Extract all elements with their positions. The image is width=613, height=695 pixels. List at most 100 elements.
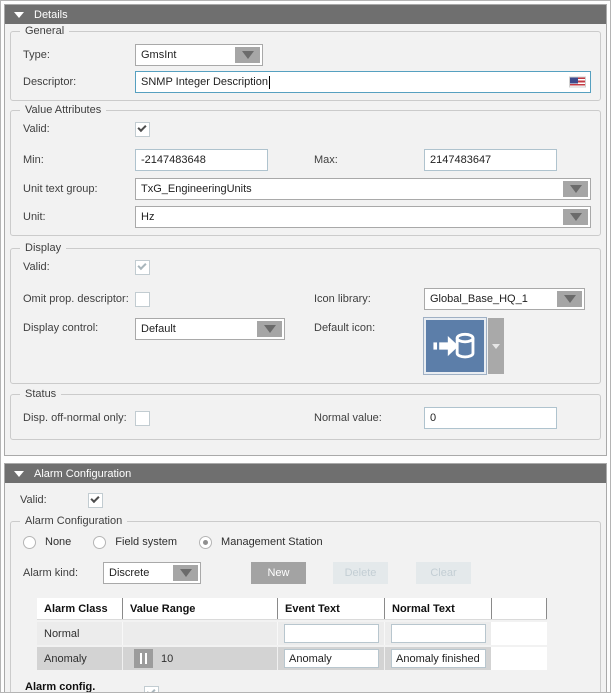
unit-value: Hz xyxy=(136,207,561,227)
value-range-condition-button[interactable] xyxy=(134,649,153,668)
chevron-down-icon xyxy=(563,209,588,225)
normal-value: 0 xyxy=(430,412,436,424)
alarm-valid-checkbox[interactable] xyxy=(88,493,103,508)
omit-prop-descriptor-label: Omit prop. descriptor: xyxy=(23,293,135,305)
delete-button: Delete xyxy=(333,562,388,584)
normal-value-label: Normal value: xyxy=(314,412,424,424)
radio-management-station-label: Management Station xyxy=(221,536,323,548)
chevron-down-icon xyxy=(257,321,282,337)
unit-label: Unit: xyxy=(23,211,135,223)
default-icon-picker[interactable] xyxy=(424,318,504,374)
alarm-configuration-groupbox: Alarm Configuration None Field system Ma… xyxy=(10,521,601,693)
max-label: Max: xyxy=(314,154,424,166)
general-groupbox: General Type: GmsInt Descriptor: SNMP In… xyxy=(10,31,601,101)
alarm-configuration-group-title: Alarm Configuration xyxy=(20,515,127,527)
column-header-extra xyxy=(491,598,547,619)
display-valid-label: Valid: xyxy=(23,261,135,273)
unit-text-group-label: Unit text group: xyxy=(23,183,135,195)
min-value: -2147483648 xyxy=(141,154,206,166)
table-row-normal[interactable]: Normal xyxy=(37,622,547,645)
display-title: Display xyxy=(20,242,66,254)
min-input[interactable]: -2147483648 xyxy=(135,149,268,171)
checkmark-icon xyxy=(146,686,155,693)
display-control-dropdown[interactable]: Default xyxy=(135,318,285,340)
chevron-down-icon xyxy=(492,344,500,349)
omit-prop-descriptor-checkbox[interactable] xyxy=(135,292,150,307)
alarm-config-activated-label: Alarm config. activated: xyxy=(25,681,144,693)
event-text-input[interactable] xyxy=(284,624,379,643)
event-text-cell: Anomaly xyxy=(277,647,384,670)
property-details-editor: Details General Type: GmsInt Descriptor:… xyxy=(0,0,611,693)
alarm-config-activated-checkbox xyxy=(144,686,159,694)
normal-text-input[interactable]: Anomaly finished xyxy=(391,649,486,668)
alarm-body: Valid: Alarm Configuration None Field sy… xyxy=(5,492,606,693)
normal-text-cell xyxy=(384,622,491,645)
descriptor-value: SNMP Integer Description xyxy=(141,76,268,88)
value-range-cell xyxy=(122,622,277,645)
display-control-value: Default xyxy=(136,319,255,339)
disp-off-normal-checkbox[interactable] xyxy=(135,411,150,426)
event-text-input[interactable]: Anomaly xyxy=(284,649,379,668)
valid-checkbox[interactable] xyxy=(135,122,150,137)
default-icon-label: Default icon: xyxy=(314,318,424,334)
details-header-title: Details xyxy=(34,9,68,21)
display-control-label: Display control: xyxy=(23,318,135,334)
column-header-value-range[interactable]: Value Range xyxy=(122,598,277,619)
text-caret xyxy=(269,76,270,89)
collapse-triangle-icon xyxy=(14,471,24,477)
chevron-down-icon xyxy=(173,565,198,581)
descriptor-input[interactable]: SNMP Integer Description xyxy=(135,71,591,93)
status-groupbox: Status Disp. off-normal only: Normal val… xyxy=(10,394,601,440)
normal-value-input[interactable]: 0 xyxy=(424,407,557,429)
details-expander-header[interactable]: Details xyxy=(5,5,606,24)
details-body: General Type: GmsInt Descriptor: SNMP In… xyxy=(5,31,606,455)
alarm-table: Alarm Class Value Range Event Text Norma… xyxy=(37,598,547,670)
value-attributes-title: Value Attributes xyxy=(20,104,106,116)
alarm-kind-dropdown[interactable]: Discrete xyxy=(103,562,201,584)
radio-field-system[interactable] xyxy=(93,536,106,549)
clear-button: Clear xyxy=(416,562,471,584)
alarm-kind-value: Discrete xyxy=(104,563,171,583)
status-title: Status xyxy=(20,388,61,400)
display-groupbox: Display Valid: Omit prop. descriptor: Ic… xyxy=(10,248,601,384)
table-row-anomaly[interactable]: Anomaly 10 Anomaly Anomaly finished xyxy=(37,647,547,670)
alarm-configuration-expander-header[interactable]: Alarm Configuration xyxy=(5,464,606,483)
alarm-class-cell: Anomaly xyxy=(37,647,122,670)
details-panel: Details General Type: GmsInt Descriptor:… xyxy=(4,4,607,456)
new-button[interactable]: New xyxy=(251,562,306,584)
arrow-into-database-icon[interactable] xyxy=(424,318,486,374)
display-valid-checkbox xyxy=(135,260,150,275)
normal-text-value: Anomaly finished xyxy=(396,653,480,665)
descriptor-label: Descriptor: xyxy=(23,76,135,88)
extra-cell xyxy=(491,622,547,645)
event-text-cell xyxy=(277,622,384,645)
unit-text-group-value: TxG_EngineeringUnits xyxy=(136,179,561,199)
type-dropdown[interactable]: GmsInt xyxy=(135,44,263,66)
alarm-kind-label: Alarm kind: xyxy=(23,567,103,579)
unit-dropdown[interactable]: Hz xyxy=(135,206,591,228)
value-attributes-groupbox: Value Attributes Valid: Min: -2147483648… xyxy=(10,110,601,236)
radio-none[interactable] xyxy=(23,536,36,549)
min-label: Min: xyxy=(23,154,135,166)
icon-dropdown-strip[interactable] xyxy=(488,318,504,374)
max-input[interactable]: 2147483647 xyxy=(424,149,557,171)
type-label: Type: xyxy=(23,49,135,61)
general-title: General xyxy=(20,25,69,37)
column-header-event-text[interactable]: Event Text xyxy=(277,598,384,619)
us-flag-icon[interactable] xyxy=(569,77,586,88)
collapse-triangle-icon xyxy=(14,12,24,18)
event-text-value: Anomaly xyxy=(289,653,332,665)
flag-canton xyxy=(570,78,578,84)
column-header-alarm-class[interactable]: Alarm Class xyxy=(37,598,122,619)
unit-text-group-dropdown[interactable]: TxG_EngineeringUnits xyxy=(135,178,591,200)
radio-none-label: None xyxy=(45,536,71,548)
icon-library-value: Global_Base_HQ_1 xyxy=(425,289,555,309)
column-header-normal-text[interactable]: Normal Text xyxy=(384,598,491,619)
alarm-configuration-panel: Alarm Configuration Valid: Alarm Configu… xyxy=(4,463,607,693)
normal-text-input[interactable] xyxy=(391,624,486,643)
value-range-value: 10 xyxy=(161,653,173,665)
extra-cell xyxy=(491,647,547,670)
icon-library-dropdown[interactable]: Global_Base_HQ_1 xyxy=(424,288,585,310)
type-value: GmsInt xyxy=(136,45,233,65)
radio-management-station[interactable] xyxy=(199,536,212,549)
